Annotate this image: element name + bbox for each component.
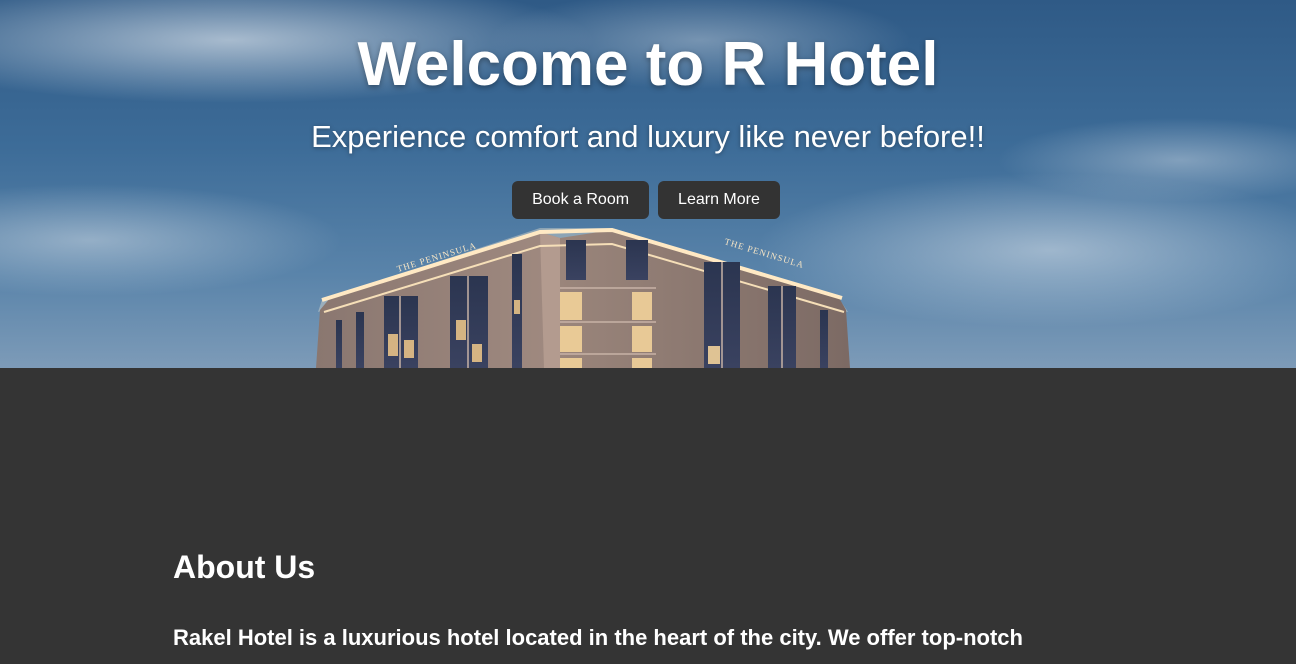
hero-title: Welcome to R Hotel [357,30,939,99]
book-room-button[interactable]: Book a Room [512,181,650,219]
about-text: Rakel Hotel is a luxurious hotel located… [173,625,1023,650]
about-section [0,368,1296,664]
about-heading: About Us [173,549,316,585]
hero-buttons: Book a Room Learn More [0,181,1296,219]
hero-subtitle: Experience comfort and luxury like never… [311,119,985,154]
hero-section: THE PENINSULA THE PENINSULA Welcome to R… [0,0,1296,368]
learn-more-button[interactable]: Learn More [658,181,780,219]
